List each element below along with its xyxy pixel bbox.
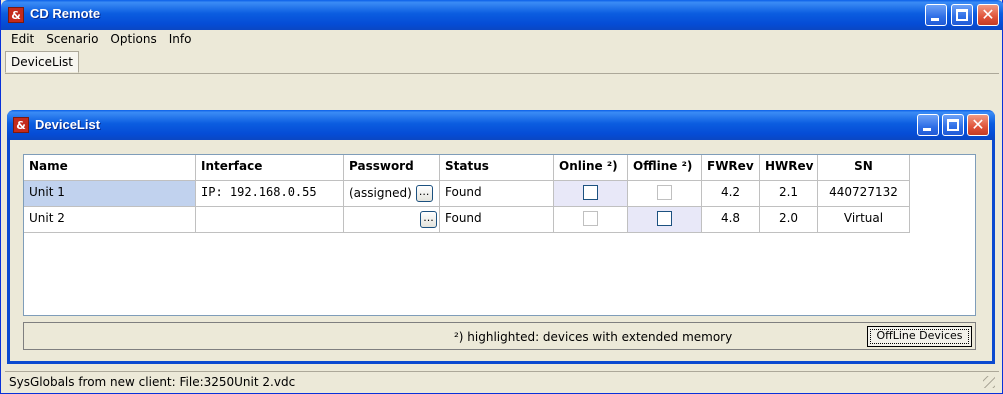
menubar: Edit Scenario Options Info xyxy=(5,30,197,50)
close-icon: ✕ xyxy=(971,115,985,134)
app-window: & CD Remote ✕ Edit Scenario Options Info… xyxy=(0,0,1003,394)
app-icon[interactable]: & xyxy=(8,7,24,23)
cell-offline[interactable] xyxy=(628,207,702,233)
table-header: Name Interface Password Status Online ²)… xyxy=(24,155,910,181)
cell-password[interactable]: (assigned) ... xyxy=(344,181,440,207)
menu-info[interactable]: Info xyxy=(163,30,198,50)
legend-note: ²) highlighted: devices with extended me… xyxy=(454,330,733,344)
status-text: SysGlobals from new client: File:3250Uni… xyxy=(9,375,296,389)
col-online[interactable]: Online ²) xyxy=(554,155,628,181)
app-title: CD Remote xyxy=(30,6,101,21)
cell-online[interactable] xyxy=(554,181,628,207)
password-edit-button[interactable]: ... xyxy=(415,185,433,202)
minimize-icon xyxy=(931,18,939,21)
menu-scenario[interactable]: Scenario xyxy=(40,30,104,50)
online-checkbox[interactable] xyxy=(583,185,598,200)
col-interface[interactable]: Interface xyxy=(196,155,344,181)
col-password[interactable]: Password xyxy=(344,155,440,181)
offline-checkbox[interactable] xyxy=(657,185,672,200)
cell-sn: Virtual xyxy=(818,207,910,233)
maximize-icon xyxy=(947,119,959,131)
cell-interface[interactable]: IP: 192.168.0.55 xyxy=(196,181,344,207)
table-row[interactable]: Unit 2 ... Found 4.8 2.0 Virtual xyxy=(24,207,910,233)
cell-password[interactable]: ... xyxy=(344,207,440,233)
col-offline[interactable]: Offline ²) xyxy=(628,155,702,181)
devicelist-titlebar[interactable]: & DeviceList ✕ xyxy=(7,110,995,140)
devicelist-window: & DeviceList ✕ Name Interface Password S… xyxy=(7,110,995,364)
offline-checkbox[interactable] xyxy=(657,211,672,226)
menu-edit[interactable]: Edit xyxy=(5,30,40,50)
devicelist-maximize-button[interactable] xyxy=(942,114,964,136)
legend-panel: ²) highlighted: devices with extended me… xyxy=(23,322,976,350)
devicelist-minimize-button[interactable] xyxy=(917,114,939,136)
col-sn[interactable]: SN xyxy=(818,155,910,181)
maximize-icon xyxy=(956,9,968,21)
cell-status: Found xyxy=(440,181,554,207)
password-value: (assigned) xyxy=(349,186,412,200)
cell-fwrev: 4.8 xyxy=(702,207,760,233)
password-edit-button[interactable]: ... xyxy=(420,211,437,228)
cell-online[interactable] xyxy=(554,207,628,233)
col-status[interactable]: Status xyxy=(440,155,554,181)
cell-sn: 440727132 xyxy=(818,181,910,207)
close-button[interactable]: ✕ xyxy=(977,4,999,26)
menu-options[interactable]: Options xyxy=(104,30,162,50)
cell-offline[interactable] xyxy=(628,181,702,207)
col-name[interactable]: Name xyxy=(24,155,196,181)
app-titlebar[interactable]: & CD Remote ✕ xyxy=(1,0,1003,30)
statusbar: SysGlobals from new client: File:3250Uni… xyxy=(5,371,999,391)
minimize-button[interactable] xyxy=(925,4,947,26)
cell-status: Found xyxy=(440,207,554,233)
col-hwrev[interactable]: HWRev xyxy=(760,155,818,181)
devicelist-title: DeviceList xyxy=(35,117,101,132)
device-table: Name Interface Password Status Online ²)… xyxy=(23,154,976,316)
online-checkbox[interactable] xyxy=(583,211,598,226)
tab-divider xyxy=(5,73,999,74)
cell-hwrev: 2.0 xyxy=(760,207,818,233)
devicelist-close-button[interactable]: ✕ xyxy=(967,114,989,136)
maximize-button[interactable] xyxy=(951,4,973,26)
cell-hwrev: 2.1 xyxy=(760,181,818,207)
cell-interface[interactable] xyxy=(196,207,344,233)
minimize-icon xyxy=(923,128,931,131)
resize-grip-icon[interactable] xyxy=(983,376,995,388)
cell-name[interactable]: Unit 1 xyxy=(24,181,196,207)
offline-devices-button[interactable]: OffLine Devices xyxy=(867,326,972,347)
close-icon: ✕ xyxy=(981,5,995,24)
tab-devicelist[interactable]: DeviceList xyxy=(5,51,80,73)
cell-fwrev: 4.2 xyxy=(702,181,760,207)
col-fwrev[interactable]: FWRev xyxy=(702,155,760,181)
cell-name[interactable]: Unit 2 xyxy=(24,207,196,233)
table-row[interactable]: Unit 1 IP: 192.168.0.55 (assigned) ... F… xyxy=(24,181,910,207)
devicelist-icon[interactable]: & xyxy=(13,117,29,133)
